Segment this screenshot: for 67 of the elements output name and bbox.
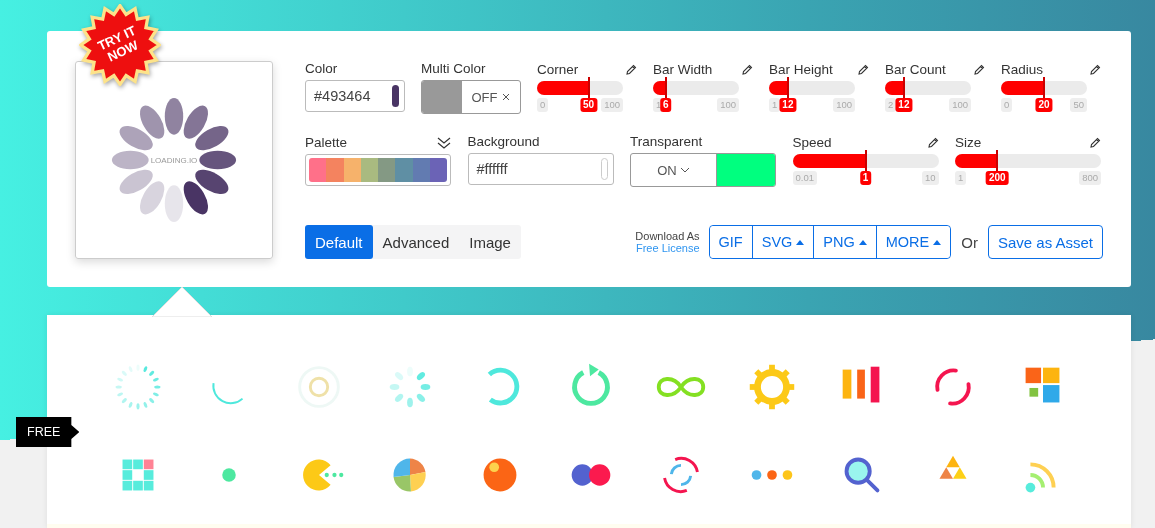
max-value: 100 — [949, 98, 971, 112]
slider-label: Speed — [792, 134, 832, 151]
save-asset-button[interactable]: Save as Asset — [987, 225, 1103, 259]
download-label: Download As — [635, 230, 700, 242]
min-value: 0.01 — [792, 171, 817, 185]
format-button[interactable]: MORE — [875, 226, 951, 258]
min-value: 1 — [769, 98, 781, 112]
caret-up-icon — [858, 239, 867, 245]
slider-label: Size — [955, 134, 982, 151]
slider-thumb[interactable] — [786, 77, 789, 99]
pencil-icon[interactable] — [973, 63, 985, 76]
free-tag: FREE — [16, 417, 80, 447]
max-value: 100 — [717, 98, 739, 112]
slider-thumb[interactable] — [902, 77, 905, 99]
min-value: 0 — [1001, 98, 1013, 112]
tab[interactable]: Advanced — [372, 225, 460, 259]
min-value: 0 — [537, 98, 549, 112]
slider-thumb[interactable] — [996, 150, 999, 172]
tab[interactable]: Image — [459, 225, 521, 259]
max-value: 100 — [833, 98, 855, 112]
slider-thumb[interactable] — [587, 77, 590, 99]
field-label: Color — [305, 61, 339, 77]
slider-label: Corner — [537, 61, 579, 78]
slider-thumb[interactable] — [864, 150, 867, 172]
min-value: 1 — [955, 171, 967, 185]
color-field[interactable]: #493464 — [305, 80, 405, 112]
slider-label: Radius — [1001, 61, 1044, 78]
close-icon — [500, 92, 511, 102]
chevron-down-icon — [679, 165, 690, 175]
current-value: 200 — [986, 171, 1009, 185]
double-chevron-icon[interactable] — [437, 136, 451, 149]
current-value: 6 — [660, 98, 672, 112]
pencil-icon[interactable] — [1089, 63, 1101, 76]
current-value: 12 — [779, 98, 797, 112]
pencil-icon[interactable] — [625, 63, 637, 76]
max-value: 100 — [601, 98, 623, 112]
pencil-icon[interactable] — [741, 63, 753, 76]
field-label: Multi Color — [421, 61, 487, 77]
current-value: 12 — [895, 98, 913, 112]
current-value: 20 — [1035, 98, 1053, 112]
current-value: 50 — [580, 98, 598, 112]
watermark-text: LOADING.IO — [149, 155, 199, 165]
pencil-icon[interactable] — [857, 63, 869, 76]
try-it-now-badge[interactable]: TRY IT NOW — [79, 4, 161, 86]
pencil-icon[interactable] — [1089, 136, 1101, 149]
current-value: 1 — [859, 171, 872, 185]
caret-up-icon — [796, 239, 805, 245]
min-value: 2 — [885, 98, 897, 112]
slider-thumb[interactable] — [664, 77, 667, 99]
max-value: 800 — [1079, 171, 1101, 185]
license-link[interactable]: Free License — [635, 242, 700, 254]
field-label: Transparent — [630, 134, 704, 150]
multi-color-toggle[interactable]: OFF — [421, 80, 521, 114]
slider-label: Bar Width — [653, 61, 713, 78]
slider-label: Bar Height — [769, 61, 833, 78]
max-value: 10 — [921, 171, 939, 185]
field-label: Palette — [305, 134, 348, 151]
field-label: Background — [467, 134, 541, 150]
transparent-toggle[interactable]: ON — [630, 153, 776, 187]
background-color-field[interactable]: #ffffff — [467, 153, 614, 185]
max-value: 50 — [1070, 98, 1087, 112]
palette-field[interactable] — [305, 154, 451, 186]
or-text: Or — [961, 233, 978, 251]
pencil-icon[interactable] — [926, 136, 939, 149]
slider-label: Bar Count — [885, 61, 946, 78]
tab[interactable]: Default — [305, 225, 373, 259]
caret-up-icon — [933, 239, 942, 245]
